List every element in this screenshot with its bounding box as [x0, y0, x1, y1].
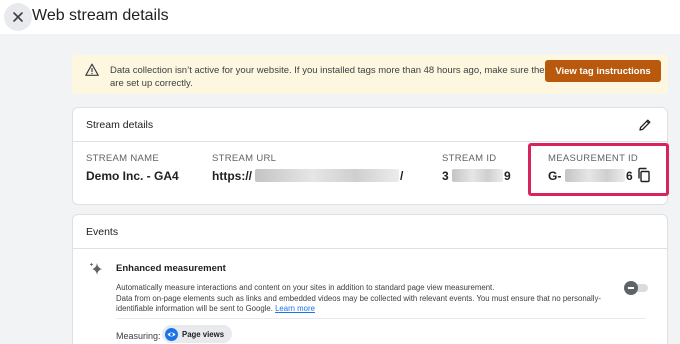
measuring-label: Measuring:	[116, 331, 161, 341]
stream-url-prefix: https://	[212, 169, 252, 183]
description-line-1: Automatically measure interactions and c…	[116, 283, 495, 292]
redacted-stream-url	[255, 169, 399, 182]
sparkle-icon	[89, 262, 102, 275]
stream-url-suffix: /	[400, 169, 404, 183]
close-button[interactable]	[4, 3, 32, 31]
enhanced-measurement-toggle[interactable]	[624, 281, 650, 295]
enhanced-measurement-title: Enhanced measurement	[116, 263, 226, 274]
stream-details-header: Stream details	[73, 108, 667, 142]
events-header: Events	[73, 215, 667, 249]
description-line-2-text: Data from on-page elements such as links…	[116, 293, 601, 314]
divider	[116, 318, 646, 319]
view-tag-instructions-button[interactable]: View tag instructions	[545, 60, 661, 82]
close-icon	[13, 12, 23, 22]
stream-id-suffix: 9	[504, 169, 511, 183]
warning-banner: Data collection isn’t active for your we…	[72, 55, 668, 94]
stream-id-prefix: 3	[442, 169, 449, 183]
stream-url-label: STREAM URL	[212, 153, 277, 164]
pencil-icon[interactable]	[637, 117, 653, 133]
eye-icon	[165, 327, 178, 341]
copy-icon[interactable]	[636, 167, 652, 183]
banner-message: Data collection isn’t active for your we…	[110, 65, 550, 89]
stream-name-label: STREAM NAME	[86, 153, 159, 164]
events-title: Events	[86, 226, 119, 238]
page-title: Web stream details	[32, 7, 169, 24]
warning-icon	[85, 63, 99, 76]
description-line-2: Data from on-page elements such as links…	[116, 294, 616, 315]
page-views-chip[interactable]: Page views	[162, 325, 233, 343]
stream-name-value: Demo Inc. - GA4	[86, 169, 179, 183]
learn-more-link[interactable]: Learn more	[275, 304, 315, 313]
redacted-stream-id	[452, 169, 503, 182]
enhanced-measurement-description: Automatically measure interactions and c…	[116, 283, 616, 315]
stream-id-label: STREAM ID	[442, 153, 497, 164]
top-bar: Web stream details	[0, 0, 680, 34]
page-views-label: Page views	[182, 329, 225, 339]
events-card: Events Enhanced measurement Automaticall…	[72, 214, 668, 344]
toggle-knob	[624, 281, 638, 295]
stream-details-title: Stream details	[86, 119, 154, 131]
